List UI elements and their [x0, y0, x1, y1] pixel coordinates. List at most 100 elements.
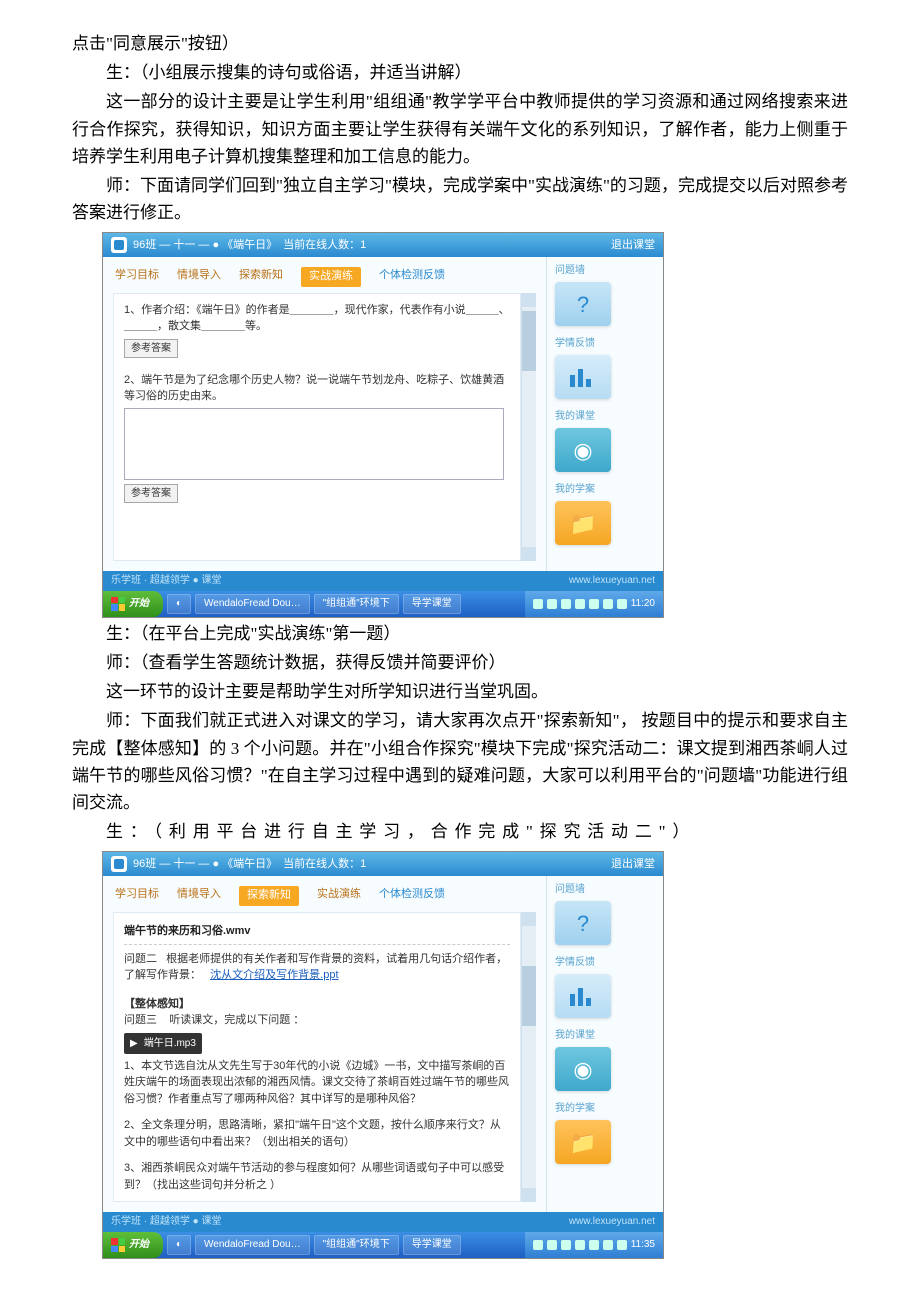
windows-logo-icon	[111, 597, 125, 611]
my-plan-icon[interactable]: 📁	[555, 1120, 611, 1164]
explore-item-2: 2、全文条理分明，思路清晰，紧扣"端午日"这个文题，按什么顺序来行文？从文中的哪…	[124, 1117, 510, 1150]
tray-icon	[547, 1240, 557, 1250]
explore-item-3: 3、湘西茶峒民众对端午节活动的参与程度如何？从哪些词语或句子中可以感受到？（找出…	[124, 1160, 510, 1193]
tray-icon	[533, 1240, 543, 1250]
tray-icon	[589, 599, 599, 609]
question-wall-icon[interactable]: ?	[555, 282, 611, 326]
tray-icon	[603, 599, 613, 609]
clock: 11:20	[631, 596, 655, 612]
q3-text: 听读课文，完成以下问题 ：	[169, 1014, 304, 1026]
practice-content: 1、作者介绍：《端午日》的作者是＿＿＿＿，现代作家，代表作有小说＿＿＿、＿＿＿，…	[113, 293, 521, 561]
app-logo-icon	[111, 856, 127, 872]
taskbar-item-1[interactable]: ◐	[167, 594, 191, 614]
tray-icon	[561, 599, 571, 609]
para-2: 生：（小组展示搜集的诗句或俗语，并适当讲解）	[72, 59, 848, 86]
side-label-myclass: 我的课堂	[555, 1028, 655, 1044]
side-panel: 问题墙 ? 学情反馈 我的课堂 ◉ 我的学案 📁	[547, 876, 663, 1212]
question-wall-icon[interactable]: ?	[555, 901, 611, 945]
side-panel: 问题墙 ? 学情反馈 我的课堂 ◉ 我的学案 📁	[547, 257, 663, 571]
taskbar-item-3[interactable]: "组组通"环境下	[314, 1235, 399, 1255]
start-button[interactable]: 开始	[103, 591, 163, 617]
q3-label: 问题三	[124, 1014, 157, 1026]
play-icon: ▶	[130, 1036, 138, 1051]
tray-icon	[617, 599, 627, 609]
para-7: 这一环节的设计主要是帮助学生对所学知识进行当堂巩固。	[72, 678, 848, 705]
brand-url: www.lexueyuan.net	[569, 1214, 655, 1230]
taskbar-item-1[interactable]: ◐	[167, 1235, 191, 1255]
tab-practice[interactable]: 实战演练	[317, 886, 361, 906]
tab-bar: 学习目标 情境导入 探索新知 实战演练 个体检测反馈	[113, 882, 536, 912]
tab-intro[interactable]: 情境导入	[177, 886, 221, 906]
para-8: 师：下面我们就正式进入对课文的学习，请大家再次点开"探索新知"， 按题目中的提示…	[72, 707, 848, 816]
answer-button-2[interactable]: 参考答案	[124, 484, 178, 503]
tray-icon	[575, 599, 585, 609]
taskbar-item-4[interactable]: 导学课堂	[403, 1235, 461, 1255]
content-scrollbar[interactable]	[521, 912, 536, 1202]
tray-icon	[575, 1240, 585, 1250]
tray-icon	[561, 1240, 571, 1250]
my-class-icon[interactable]: ◉	[555, 428, 611, 472]
online-count: 当前在线人数：1	[283, 856, 366, 874]
tab-feedback[interactable]: 个体检测反馈	[379, 267, 445, 287]
para-1: 点击"同意展示"按钮）	[72, 30, 848, 57]
tab-explore[interactable]: 探索新知	[239, 267, 283, 287]
class-label: 96班 — 十一 — ● 《端午日》	[133, 237, 277, 255]
content-scrollbar[interactable]	[521, 293, 536, 561]
tab-explore[interactable]: 探索新知	[239, 886, 299, 906]
my-plan-icon[interactable]: 📁	[555, 501, 611, 545]
brand-footer: 乐学班 · 超越领学 ● 课堂 www.lexueyuan.net	[103, 571, 663, 591]
tab-bar: 学习目标 情境导入 探索新知 实战演练 个体检测反馈	[113, 263, 536, 293]
tray-icon	[617, 1240, 627, 1250]
taskbar-item-2[interactable]: WendaloFread Dou…	[195, 594, 310, 614]
brand-left: 乐学班 · 超越领学 ● 课堂	[111, 1214, 221, 1230]
my-class-icon[interactable]: ◉	[555, 1047, 611, 1091]
tab-goals[interactable]: 学习目标	[115, 267, 159, 287]
side-label-feedback: 学情反馈	[555, 955, 655, 971]
para-6: 师：（查看学生答题统计数据，获得反馈并简要评价）	[72, 649, 848, 676]
audio-filename: 端午日.mp3	[144, 1036, 196, 1051]
taskbar-item-4[interactable]: 导学课堂	[403, 594, 461, 614]
start-button[interactable]: 开始	[103, 1232, 163, 1258]
answer-textarea[interactable]	[124, 408, 504, 480]
taskbar-item-2[interactable]: WendaloFread Dou…	[195, 1235, 310, 1255]
screenshot-2: 96班 — 十一 — ● 《端午日》 当前在线人数：1 退出课堂 学习目标 情境…	[102, 851, 664, 1259]
system-tray[interactable]: 11:20	[525, 591, 663, 617]
online-count: 当前在线人数：1	[283, 237, 366, 255]
question-1: 1、作者介绍：《端午日》的作者是＿＿＿＿，现代作家，代表作有小说＿＿＿、＿＿＿，…	[124, 302, 510, 335]
section-heading: 【整体感知】	[124, 996, 510, 1013]
audio-player[interactable]: ▶ 端午日.mp3	[124, 1033, 202, 1054]
side-label-qwall: 问题墙	[555, 882, 655, 898]
exit-classroom-button[interactable]: 退出课堂	[611, 239, 655, 251]
tab-feedback[interactable]: 个体检测反馈	[379, 886, 445, 906]
app-header: 96班 — 十一 — ● 《端午日》 当前在线人数：1 退出课堂	[103, 852, 663, 876]
tab-intro[interactable]: 情境导入	[177, 267, 221, 287]
explore-content: 端午节的来历和习俗.wmv 问题二 根据老师提供的有关作者和写作背景的资料，试着…	[113, 912, 521, 1202]
side-label-myplan: 我的学案	[555, 1101, 655, 1117]
brand-left: 乐学班 · 超越领学 ● 课堂	[111, 573, 221, 589]
ppt-link[interactable]: 沈从文介绍及写作背景.ppt	[210, 969, 338, 981]
tab-goals[interactable]: 学习目标	[115, 886, 159, 906]
feedback-icon[interactable]	[555, 355, 611, 399]
tray-icon	[589, 1240, 599, 1250]
answer-button-1[interactable]: 参考答案	[124, 339, 178, 358]
wmv-filename[interactable]: 端午节的来历和习俗.wmv	[124, 921, 510, 945]
clock: 11:35	[631, 1237, 655, 1253]
question-2: 2、端午节是为了纪念哪个历史人物？说一说端午节划龙舟、吃粽子、饮雄黄酒等习俗的历…	[124, 372, 510, 405]
windows-taskbar: 开始 ◐ WendaloFread Dou… "组组通"环境下 导学课堂 11:…	[103, 1232, 663, 1258]
brand-url: www.lexueyuan.net	[569, 573, 655, 589]
tab-practice[interactable]: 实战演练	[301, 267, 361, 287]
para-4: 师：下面请同学们回到"独立自主学习"模块，完成学案中"实战演练"的习题，完成提交…	[72, 172, 848, 226]
exit-classroom-button[interactable]: 退出课堂	[611, 858, 655, 870]
para-3: 这一部分的设计主要是让学生利用"组组通"教学学平台中教师提供的学习资源和通过网络…	[72, 88, 848, 170]
feedback-icon[interactable]	[555, 974, 611, 1018]
document-page: 点击"同意展示"按钮） 生：（小组展示搜集的诗句或俗语，并适当讲解） 这一部分的…	[0, 0, 920, 1301]
class-label: 96班 — 十一 — ● 《端午日》	[133, 856, 277, 874]
brand-footer: 乐学班 · 超越领学 ● 课堂 www.lexueyuan.net	[103, 1212, 663, 1232]
side-label-myclass: 我的课堂	[555, 409, 655, 425]
explore-item-1: 1、本文节选自沈从文先生写于30年代的小说《边城》一书，文中描写茶峒的百姓庆端午…	[124, 1058, 510, 1108]
system-tray[interactable]: 11:35	[525, 1232, 663, 1258]
taskbar-item-3[interactable]: "组组通"环境下	[314, 594, 399, 614]
windows-taskbar: 开始 ◐ WendaloFread Dou… "组组通"环境下 导学课堂 11:…	[103, 591, 663, 617]
side-label-qwall: 问题墙	[555, 263, 655, 279]
tray-icon	[547, 599, 557, 609]
